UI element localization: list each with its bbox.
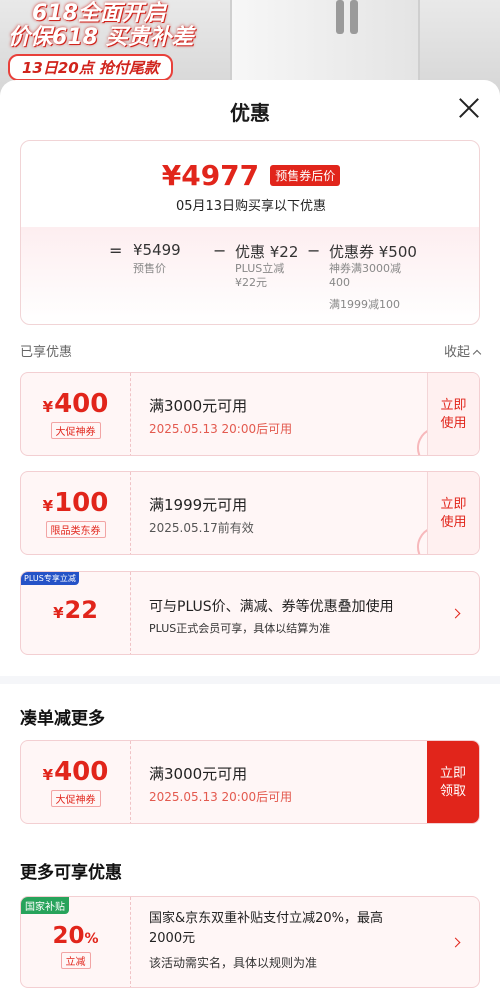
coupon-amount-value: 22 bbox=[64, 596, 98, 624]
coupon-value-block: ¥22 bbox=[21, 572, 131, 654]
coupon-value-block: 20% 立减 bbox=[21, 897, 131, 987]
coupon-value-block: ¥400 大促神券 bbox=[21, 373, 131, 455]
gov-note: 该活动需实名，具体以规则为准 bbox=[149, 956, 318, 970]
fridge-handle bbox=[336, 0, 344, 34]
promo-line-2: 价保618 买贵补差 bbox=[8, 25, 194, 50]
use-btn-line2: 使用 bbox=[440, 416, 467, 431]
coupon-value-block: ¥400 大促神券 bbox=[21, 741, 131, 823]
price-summary-card: ¥4977 预售券后价 05月13日购买享以下优惠 = ¥5499 预售价 − … bbox=[20, 140, 480, 325]
sheet-title: 优惠 bbox=[230, 101, 270, 125]
currency-symbol: ¥ bbox=[42, 766, 54, 784]
extra-discounts-title: 更多可享优惠 bbox=[20, 863, 122, 883]
coupon-condition: 满3000元可用 bbox=[149, 765, 248, 783]
coupon-sub-2: 400 bbox=[329, 276, 350, 289]
use-btn-line1: 立即 bbox=[440, 497, 467, 512]
plus-note: PLUS正式会员可享，具体以结算为准 bbox=[149, 622, 331, 635]
currency-symbol: ¥ bbox=[53, 604, 64, 622]
coupon-amount: ¥400 bbox=[21, 757, 130, 787]
coupon-amount-value: 400 bbox=[54, 389, 109, 419]
plus-discount-card[interactable]: PLUS专享立减 ¥22 可与PLUS价、满减、券等优惠叠加使用 PLUS正式会… bbox=[20, 571, 480, 655]
coupon-validity: 2025.05.13 20:00后可用 bbox=[149, 422, 293, 436]
currency-symbol: ¥ bbox=[42, 497, 54, 515]
applied-discounts-heading: 已享优惠 bbox=[20, 345, 73, 360]
promo-sub-label: PLUS立减 bbox=[235, 262, 285, 275]
use-coupon-button[interactable]: 立即 使用 bbox=[427, 472, 479, 554]
coupon-condition: 满1999元可用 bbox=[149, 496, 248, 514]
coupon-amount: 20% bbox=[21, 923, 130, 949]
promo-sub-value: ¥22元 bbox=[235, 276, 267, 289]
coupon-amount-value: 100 bbox=[54, 488, 109, 518]
minus-sign: − bbox=[307, 241, 321, 260]
claim-btn-line1: 立即 bbox=[439, 766, 466, 781]
discount-sheet: 优惠 ¥4977 预售券后价 05月13日购买享以下优惠 = ¥5499 预售价… bbox=[0, 80, 500, 989]
gov-description-line1: 国家&京东双重补贴支付立减20%，最高 bbox=[149, 911, 384, 926]
coupon-type: 立减 bbox=[60, 952, 91, 969]
presale-label: 预售价 bbox=[133, 262, 166, 275]
equals-sign: = bbox=[109, 241, 123, 260]
promo-line-1: 618全面开启 bbox=[32, 1, 166, 26]
collapse-button[interactable]: 收起 bbox=[443, 341, 482, 360]
coupon-validity: 2025.05.17前有效 bbox=[149, 521, 254, 535]
coupon-type: 限品类东券 bbox=[45, 521, 106, 538]
use-btn-line1: 立即 bbox=[440, 398, 467, 413]
section-divider bbox=[0, 676, 500, 684]
more-discounts-title: 凑单减更多 bbox=[20, 709, 105, 729]
chevron-right-icon bbox=[450, 937, 461, 948]
claim-coupon-button[interactable]: 立即 领取 bbox=[427, 741, 479, 823]
coupon-amount: ¥22 bbox=[21, 596, 130, 624]
minus-sign: − bbox=[213, 241, 227, 260]
final-price-tag: 预售券后价 bbox=[270, 165, 341, 186]
promo-line-3: 13日20点 抢付尾款 bbox=[8, 54, 173, 81]
collapse-label: 收起 bbox=[443, 345, 470, 360]
presale-price: ¥5499 bbox=[133, 241, 181, 259]
coupon-amount-value: 20 bbox=[52, 923, 85, 949]
gov-subsidy-card[interactable]: 国家补贴 20% 立减 国家&京东双重补贴支付立减20%，最高 2000元 该活… bbox=[20, 896, 480, 988]
coupon-value-block: ¥100 限品类东券 bbox=[21, 472, 131, 554]
percent-sign: % bbox=[84, 931, 99, 947]
use-coupon-button[interactable]: 立即 使用 bbox=[427, 373, 479, 455]
final-price: ¥4977 bbox=[161, 159, 260, 192]
chevron-right-icon bbox=[450, 608, 461, 619]
coupon-card: ¥400 大促神券 满3000元可用 2025.05.13 20:00后可用 已… bbox=[20, 372, 480, 456]
promo-amount: 优惠 ¥22 bbox=[235, 243, 299, 261]
currency-symbol: ¥ bbox=[42, 398, 54, 416]
final-price-row: ¥4977 预售券后价 bbox=[21, 159, 481, 192]
plus-description: 可与PLUS价、满减、券等优惠叠加使用 bbox=[149, 599, 394, 615]
coupon-card: ¥400 大促神券 满3000元可用 2025.05.13 20:00后可用 立… bbox=[20, 740, 480, 824]
coupon-validity: 2025.05.13 20:00后可用 bbox=[149, 790, 293, 804]
coupon-card: ¥100 限品类东券 满1999元可用 2025.05.17前有效 已领 立即使… bbox=[20, 471, 480, 555]
coupon-amount: ¥100 bbox=[21, 488, 130, 518]
coupon-sub-1: 神券满3000减 bbox=[329, 262, 401, 275]
coupon-sub-3: 满1999减100 bbox=[329, 298, 400, 311]
coupon-type: 大促神券 bbox=[50, 790, 101, 807]
chevron-up-icon bbox=[472, 349, 482, 359]
gov-description-line2: 2000元 bbox=[149, 931, 196, 946]
coupon-type: 大促神券 bbox=[50, 422, 101, 439]
coupon-amount: ¥400 bbox=[21, 389, 130, 419]
purchase-date-note: 05月13日购买享以下优惠 bbox=[175, 199, 327, 214]
use-btn-line2: 使用 bbox=[440, 515, 467, 530]
close-icon[interactable] bbox=[458, 97, 480, 119]
promo-banner: 618全面开启 价保618 买贵补差 13日20点 抢付尾款 bbox=[8, 1, 214, 81]
coupon-condition: 满3000元可用 bbox=[149, 397, 248, 415]
fridge-handle bbox=[350, 0, 358, 34]
coupon-amount: 优惠券 ¥500 bbox=[329, 243, 417, 261]
coupon-amount-value: 400 bbox=[54, 757, 109, 787]
claim-btn-line2: 领取 bbox=[439, 784, 466, 799]
